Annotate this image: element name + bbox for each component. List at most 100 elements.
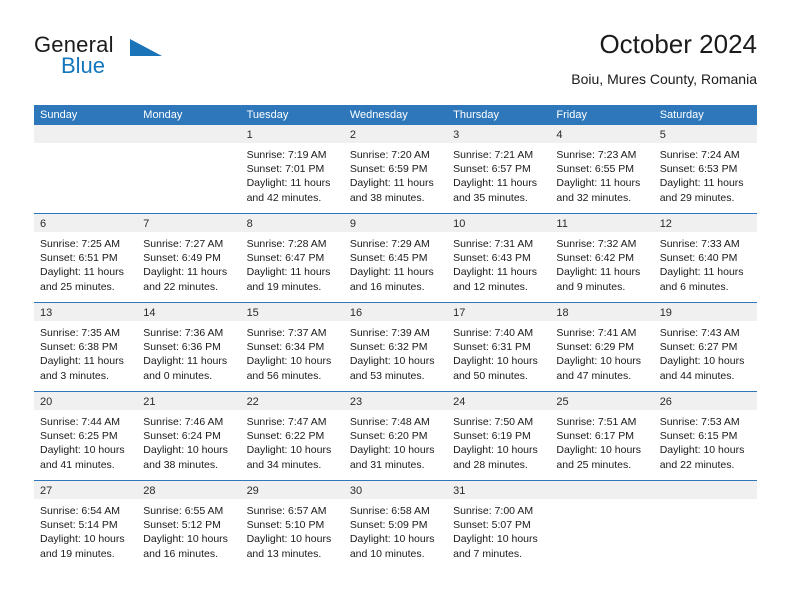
- daylight-text-line1: Daylight: 10 hours: [246, 533, 332, 546]
- daylight-text-line1: Daylight: 11 hours: [659, 177, 744, 190]
- day-number: 24: [453, 396, 466, 408]
- day-number-band: 17: [447, 303, 551, 321]
- calendar-day-cell[interactable]: 8 Sunrise: 7:28 AM Sunset: 6:47 PM Daylight…: [240, 214, 344, 302]
- daylight-text-line1: Daylight: 10 hours: [659, 355, 745, 368]
- calendar-day-cell[interactable]: 24 Sunrise: 7:50 AM Sunset: 6:19 PM Dayligh…: [447, 392, 551, 480]
- calendar-day-cell[interactable]: 11 Sunrise: 7:32 AM Sunset: 6:42 PM Dayligh…: [550, 214, 654, 302]
- day-number-band: 8: [240, 214, 344, 232]
- day-number: 25: [556, 396, 569, 408]
- calendar-day-cell[interactable]: 12 Sunrise: 7:33 AM Sunset: 6:40 PM Dayligh…: [653, 214, 757, 302]
- day-sun-info: Sunrise: 6:57 AM Sunset: 5:10 PM Daylight:…: [241, 499, 344, 561]
- day-number-band: 31: [447, 481, 551, 499]
- daylight-text-line2: and 31 minutes.: [349, 458, 425, 471]
- daylight-text-line2: and 34 minutes.: [246, 458, 322, 471]
- weekday-header-row: Sunday Monday Tuesday Wednesday Thursday Frid…: [34, 105, 757, 125]
- day-number-band: 22: [240, 392, 344, 410]
- calendar-day-cell[interactable]: 2 Sunrise: 7:20 AM Sunset: 6:59 PM Daylight…: [343, 125, 448, 213]
- daylight-text-line2: and 3 minutes.: [40, 369, 109, 382]
- daylight-text-line2: and 22 minutes.: [143, 280, 218, 293]
- daylight-text-line2: and 32 minutes.: [556, 191, 632, 204]
- sunrise-text: Sunrise: 7:21 AM: [453, 149, 534, 161]
- sunset-text: Sunset: 6:19 PM: [453, 430, 531, 443]
- day-number-band: [653, 481, 757, 499]
- calendar-day-cell[interactable]: 5 Sunrise: 7:24 AM Sunset: 6:53 PM Daylight…: [653, 125, 757, 213]
- sunrise-text: Sunrise: 7:24 AM: [659, 149, 740, 161]
- sunrise-text: Sunrise: 7:27 AM: [143, 238, 224, 250]
- sunset-text: Sunset: 6:55 PM: [556, 163, 635, 176]
- day-number-band: 11: [550, 214, 654, 232]
- calendar-grid: Sunday Monday Tuesday Wednesday Thursday Frid…: [34, 105, 757, 570]
- daylight-text-line1: Daylight: 11 hours: [453, 177, 537, 190]
- sunrise-text: Sunrise: 7:35 AM: [40, 327, 120, 339]
- daylight-text-line1: Daylight: 10 hours: [349, 355, 435, 368]
- sunset-text: Sunset: 6:29 PM: [556, 341, 635, 354]
- day-number-band: 1: [240, 125, 344, 143]
- calendar-day-cell[interactable]: 16 Sunrise: 7:39 AM Sunset: 6:32 PM Dayligh…: [343, 303, 448, 391]
- sunrise-text: Sunrise: 6:55 AM: [143, 505, 224, 517]
- page-subtitle-location: Boiu, Mures County, Romania: [571, 71, 757, 87]
- daylight-text-line2: and 29 minutes.: [659, 191, 735, 204]
- sunrise-text: Sunrise: 7:25 AM: [40, 238, 120, 250]
- calendar-day-cell[interactable]: 1 Sunrise: 7:19 AM Sunset: 7:01 PM Daylight…: [240, 125, 344, 213]
- calendar-day-cell[interactable]: 22 Sunrise: 7:47 AM Sunset: 6:22 PM Dayligh…: [240, 392, 344, 480]
- day-number-band: 4: [550, 125, 654, 143]
- calendar-day-cell[interactable]: 27 Sunrise: 6:54 AM Sunset: 5:14 PM Dayligh…: [34, 481, 138, 570]
- day-sun-info: Sunrise: 6:58 AM Sunset: 5:09 PM Daylight:…: [344, 499, 447, 561]
- day-number: 9: [349, 218, 356, 230]
- daylight-text-line1: Daylight: 10 hours: [659, 444, 745, 457]
- daylight-text-line1: Daylight: 11 hours: [40, 266, 124, 279]
- calendar-day-cell[interactable]: 23 Sunrise: 7:48 AM Sunset: 6:20 PM Dayligh…: [343, 392, 448, 480]
- sunrise-text: Sunrise: 7:36 AM: [143, 327, 224, 339]
- calendar-day-cell[interactable]: 29 Sunrise: 6:57 AM Sunset: 5:10 PM Dayligh…: [240, 481, 344, 570]
- calendar-day-cell[interactable]: 4 Sunrise: 7:23 AM Sunset: 6:55 PM Daylight…: [550, 125, 654, 213]
- day-sun-info: Sunrise: 7:50 AM Sunset: 6:19 PM Daylight:…: [447, 410, 550, 472]
- calendar-day-cell[interactable]: 3 Sunrise: 7:21 AM Sunset: 6:57 PM Daylight…: [447, 125, 551, 213]
- day-number: 6: [40, 218, 47, 230]
- calendar-day-cell[interactable]: 28 Sunrise: 6:55 AM Sunset: 5:12 PM Dayligh…: [137, 481, 241, 570]
- calendar-day-cell[interactable]: 6 Sunrise: 7:25 AM Sunset: 6:51 PM Daylight…: [34, 214, 138, 302]
- sunset-text: Sunset: 5:10 PM: [246, 519, 325, 532]
- sunset-text: Sunset: 6:42 PM: [556, 252, 635, 265]
- sunset-text: Sunset: 6:40 PM: [659, 252, 738, 265]
- sunset-text: Sunset: 6:32 PM: [349, 341, 428, 354]
- calendar-day-cell-empty: [137, 125, 241, 213]
- sunset-text: Sunset: 6:17 PM: [556, 430, 635, 443]
- day-number-band: 30: [343, 481, 448, 499]
- day-sun-info: Sunrise: 7:24 AM Sunset: 6:53 PM Daylight:…: [654, 143, 757, 205]
- day-number-band: [550, 481, 654, 499]
- calendar-day-cell[interactable]: 17 Sunrise: 7:40 AM Sunset: 6:31 PM Dayligh…: [447, 303, 551, 391]
- sunrise-text: Sunrise: 7:50 AM: [453, 416, 534, 428]
- calendar-day-cell[interactable]: 21 Sunrise: 7:46 AM Sunset: 6:24 PM Dayligh…: [137, 392, 241, 480]
- calendar-day-cell[interactable]: 14 Sunrise: 7:36 AM Sunset: 6:36 PM Dayligh…: [137, 303, 241, 391]
- daylight-text-line1: Daylight: 11 hours: [659, 266, 744, 279]
- calendar-day-cell[interactable]: 9 Sunrise: 7:29 AM Sunset: 6:45 PM Daylight…: [343, 214, 448, 302]
- sunset-text: Sunset: 5:09 PM: [349, 519, 428, 532]
- calendar-day-cell[interactable]: 20 Sunrise: 7:44 AM Sunset: 6:25 PM Dayligh…: [34, 392, 138, 480]
- calendar-day-cell[interactable]: 7 Sunrise: 7:27 AM Sunset: 6:49 PM Daylight…: [137, 214, 241, 302]
- calendar-day-cell[interactable]: 15 Sunrise: 7:37 AM Sunset: 6:34 PM Dayligh…: [240, 303, 344, 391]
- sunrise-text: Sunrise: 7:31 AM: [453, 238, 534, 250]
- calendar-day-cell[interactable]: 31 Sunrise: 7:00 AM Sunset: 5:07 PM Dayligh…: [447, 481, 551, 570]
- daylight-text-line1: Daylight: 11 hours: [556, 177, 641, 190]
- sunrise-text: Sunrise: 6:57 AM: [246, 505, 327, 517]
- day-number-band: 25: [550, 392, 654, 410]
- daylight-text-line2: and 47 minutes.: [556, 369, 632, 382]
- calendar-day-cell[interactable]: 13 Sunrise: 7:35 AM Sunset: 6:38 PM Dayligh…: [34, 303, 138, 391]
- calendar-day-cell[interactable]: 19 Sunrise: 7:43 AM Sunset: 6:27 PM Dayligh…: [653, 303, 757, 391]
- sunset-text: Sunset: 6:45 PM: [349, 252, 428, 265]
- day-sun-info: Sunrise: 7:39 AM Sunset: 6:32 PM Daylight:…: [344, 321, 447, 383]
- daylight-text-line2: and 19 minutes.: [40, 547, 115, 560]
- day-number: 21: [143, 396, 156, 408]
- calendar-day-cell[interactable]: 26 Sunrise: 7:53 AM Sunset: 6:15 PM Dayligh…: [653, 392, 757, 480]
- day-number: 14: [143, 307, 156, 319]
- calendar-day-cell[interactable]: 25 Sunrise: 7:51 AM Sunset: 6:17 PM Dayligh…: [550, 392, 654, 480]
- weekday-header-wednesday: Wednesday: [349, 109, 408, 121]
- daylight-text-line1: Daylight: 11 hours: [349, 266, 434, 279]
- calendar-day-cell[interactable]: 10 Sunrise: 7:31 AM Sunset: 6:43 PM Dayligh…: [447, 214, 551, 302]
- weekday-header-saturday: Saturday: [659, 109, 704, 121]
- sunrise-text: Sunrise: 7:19 AM: [246, 149, 327, 161]
- calendar-day-cell[interactable]: 30 Sunrise: 6:58 AM Sunset: 5:09 PM Dayligh…: [343, 481, 448, 570]
- sunset-text: Sunset: 6:43 PM: [453, 252, 531, 265]
- weekday-header-monday: Monday: [143, 109, 183, 121]
- calendar-day-cell[interactable]: 18 Sunrise: 7:41 AM Sunset: 6:29 PM Dayligh…: [550, 303, 654, 391]
